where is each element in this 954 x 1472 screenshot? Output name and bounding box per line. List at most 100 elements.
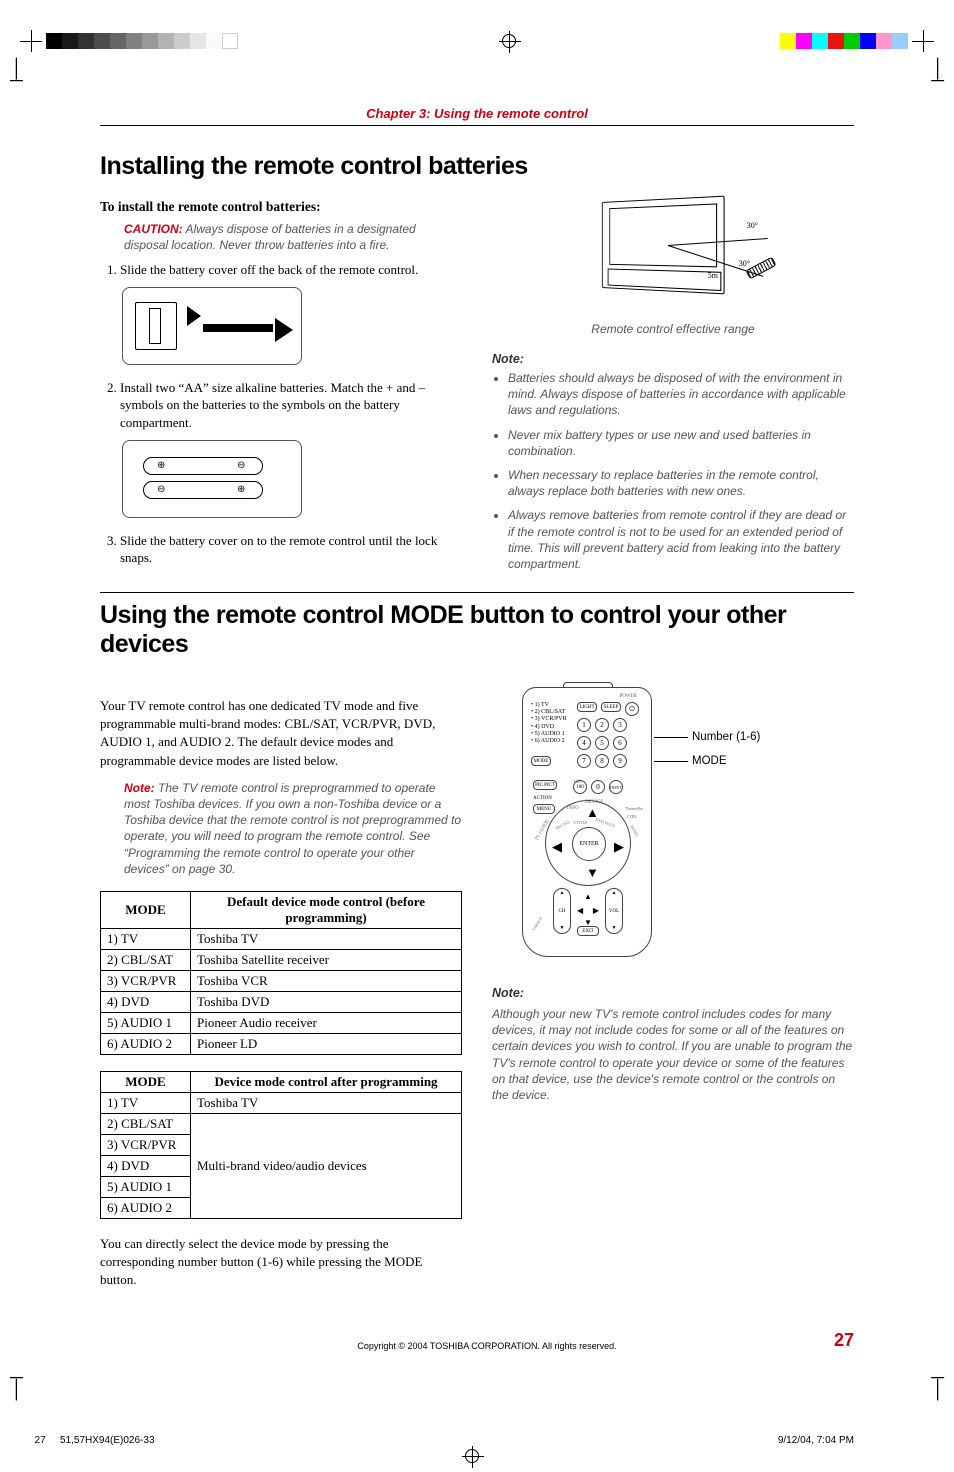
t2-merged: Multi-brand video/audio devices — [191, 1113, 462, 1218]
crop-corner-br: ─│ — [931, 1371, 944, 1395]
crop-mark-icon — [912, 30, 934, 52]
note3-text: Although your new TV's remote control in… — [492, 1007, 852, 1102]
t1-r6c1: 6) AUDIO 2 — [101, 1033, 191, 1054]
rc-num-5: 5 — [595, 736, 609, 750]
t1-r6c2: Pioneer LD — [191, 1033, 462, 1054]
t2-r5c1: 5) AUDIO 1 — [101, 1176, 191, 1197]
caution-label: CAUTION: — [124, 222, 183, 236]
step-3: Slide the battery cover on to the remote… — [120, 532, 462, 567]
rc-action-label: ACTION — [533, 796, 552, 801]
rc-num-8: 8 — [595, 754, 609, 768]
step-2: Install two “AA” size alkaline batteries… — [120, 379, 462, 432]
t2-r1c2: Toshiba TV — [191, 1092, 462, 1113]
t1-r3c1: 3) VCR/PVR — [101, 970, 191, 991]
note3-label: Note: — [492, 985, 854, 1002]
rc-audio-label: AUDIO — [629, 824, 640, 838]
section-rule — [100, 592, 854, 593]
note-red-text: The TV remote control is preprogrammed t… — [124, 781, 461, 876]
t1-r2c2: Toshiba Satellite receiver — [191, 949, 462, 970]
rc-power-label: POWER — [620, 694, 638, 699]
mode-note: Note: The TV remote control is preprogra… — [100, 780, 462, 877]
tv-range-illustration: 30° 30° 5m — [568, 199, 778, 314]
heading-mode: Using the remote control MODE button to … — [100, 601, 854, 659]
t1-r5c1: 5) AUDIO 1 — [101, 1012, 191, 1033]
crop-corner-bl: ─│ — [10, 1371, 23, 1395]
color-bar-cmyk — [780, 33, 908, 49]
remote-illustration: 1) TV2) CBL/SAT3) VCR/PVR 4) DVD5) AUDIO… — [522, 687, 652, 957]
rc-num-9: 9 — [613, 754, 627, 768]
rc-picpict-button: PIC PICT — [533, 780, 557, 790]
t1-r5c2: Pioneer Audio receiver — [191, 1012, 462, 1033]
rc-ch-rocker: ▲CH▼ — [553, 888, 571, 934]
rc-lower-controls: ▲CH▼ ▲VOL▼ ▲ ◀ ▶ ▼ EXIT — [553, 888, 623, 932]
note-bullet-2: Never mix battery types or use new and u… — [508, 427, 854, 459]
note-red-label: Note: — [124, 781, 155, 795]
header-rule — [100, 125, 854, 126]
page-number: 27 — [834, 1330, 854, 1351]
rc-ctrl-label: CTRL — [627, 814, 637, 819]
t2-r4c1: 4) DVD — [101, 1155, 191, 1176]
battery-insert-diagram: ⊕ ⊖ ⊖ ⊕ — [122, 440, 302, 518]
register-mark-icon — [502, 34, 516, 48]
rc-num-3: 3 — [613, 718, 627, 732]
rc-num-1: 1 — [577, 718, 591, 732]
t1-r1c2: Toshiba TV — [191, 928, 462, 949]
mode-intro: Your TV remote control has one dedicated… — [100, 697, 462, 770]
heading-install: Installing the remote control batteries — [100, 152, 854, 181]
register-mark-icon — [465, 1449, 479, 1463]
color-bar-grayscale — [46, 33, 238, 49]
rc-timage-label: T.IMAGE — [531, 915, 543, 932]
install-subhead: To install the remote control batteries: — [100, 199, 462, 215]
t2-r6c1: 6) AUDIO 2 — [101, 1197, 191, 1218]
t1-r3c2: Toshiba VCR — [191, 970, 462, 991]
note-bullet-3: When necessary to replace batteries in t… — [508, 467, 854, 499]
callout-numbers: Number (1-6) — [654, 731, 760, 743]
slug-file: 51,57HX94(E)026-33 — [60, 1435, 155, 1452]
rc-menu-button: MENU — [533, 804, 555, 814]
rc-theaternet-label: TheaterNet — [625, 806, 643, 811]
rc-nav-ring: ENTER ▲ ▼ ◀ ▶ — [545, 800, 631, 886]
slug-date: 9/12/04, 7:04 PM — [778, 1435, 854, 1452]
note3-block: Note: Although your new TV's remote cont… — [492, 985, 854, 1103]
caution-block: CAUTION: Always dispose of batteries in … — [100, 221, 462, 253]
battery-cover-diagram — [122, 287, 302, 365]
rc-light-button: LIGHT — [577, 702, 597, 712]
rc-enter-button: ENTER — [572, 827, 606, 861]
range-caption: Remote control effective range — [492, 322, 854, 336]
rc-num-7: 7 — [577, 754, 591, 768]
note-bullet-1: Batteries should always be disposed of w… — [508, 370, 854, 419]
print-registration-top — [0, 30, 954, 52]
table-after-programming: MODEDevice mode control after programmin… — [100, 1071, 462, 1219]
t2-r2c1: 2) CBL/SAT — [101, 1113, 191, 1134]
table-default-modes: MODEDefault device mode control (before … — [100, 891, 462, 1055]
t2-h1: MODE — [101, 1071, 191, 1092]
crop-corner-tr: │─ — [931, 62, 944, 86]
rc-input-button: INPUT — [609, 780, 623, 794]
copyright: Copyright © 2004 TOSHIBA CORPORATION. Al… — [140, 1341, 834, 1351]
note-label: Note: — [492, 352, 854, 366]
t1-r4c2: Toshiba DVD — [191, 991, 462, 1012]
t1-r1c1: 1) TV — [101, 928, 191, 949]
slug-page: 27 — [35, 1435, 46, 1452]
rc-vol-rocker: ▲VOL▼ — [605, 888, 623, 934]
step-1: Slide the battery cover off the back of … — [120, 261, 462, 279]
rc-power-button: ⏻ — [625, 702, 639, 716]
t1-r4c1: 4) DVD — [101, 991, 191, 1012]
rc-mode-button: MODE — [531, 756, 551, 766]
chapter-header: Chapter 3: Using the remote control — [100, 106, 854, 121]
t1-h1: MODE — [101, 891, 191, 928]
rc-exit-button: EXIT — [577, 926, 599, 936]
mode-after-para: You can directly select the device mode … — [100, 1235, 462, 1290]
remote-mode-list: 1) TV2) CBL/SAT3) VCR/PVR 4) DVD5) AUDIO… — [531, 702, 567, 745]
t1-h2: Default device mode control (before prog… — [191, 891, 462, 928]
t2-h2: Device mode control after programming — [191, 1071, 462, 1092]
rc-100-button: 100 — [573, 780, 587, 794]
t2-r1c1: 1) TV — [101, 1092, 191, 1113]
rc-sleep-button: SLEEP — [601, 702, 621, 712]
crop-corner-tl: │─ — [10, 62, 23, 86]
note-bullet-4: Always remove batteries from remote cont… — [508, 507, 854, 572]
rc-num-2: 2 — [595, 718, 609, 732]
rc-num-6: 6 — [613, 736, 627, 750]
t1-r2c1: 2) CBL/SAT — [101, 949, 191, 970]
crop-mark-icon — [20, 30, 42, 52]
